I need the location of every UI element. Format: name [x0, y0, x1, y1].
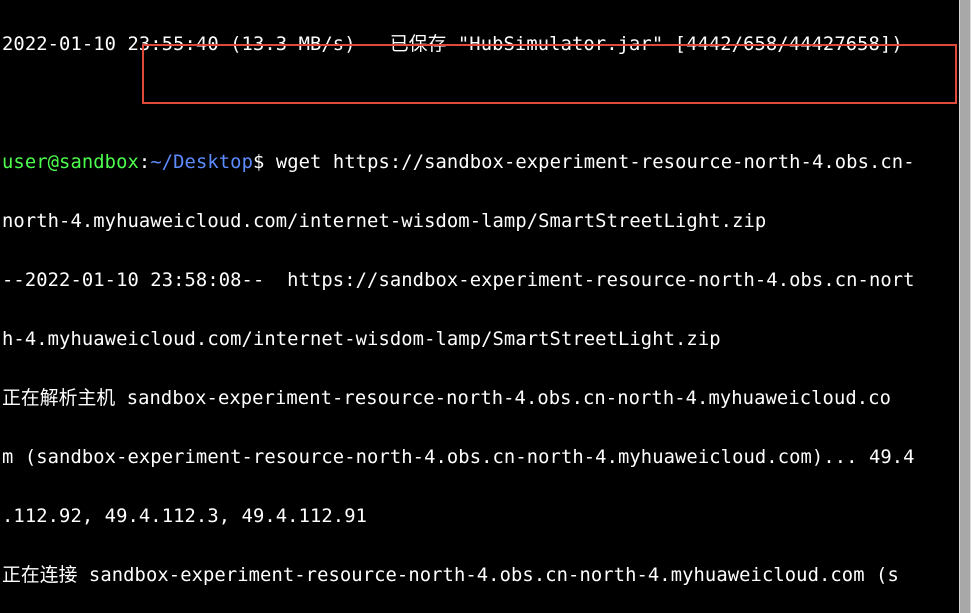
- output-line: .112.92, 49.4.112.3, 49.4.112.91: [2, 502, 957, 532]
- output-line: 正在解析主机 sandbox-experiment-resource-north…: [2, 384, 957, 414]
- output-line: 2022-01-10 23:55:40 (13.3 MB/s) - 已保存 "H…: [2, 30, 957, 60]
- command-text-wrap: north-4.myhuaweicloud.com/internet-wisdo…: [2, 207, 957, 237]
- prompt-user: user@sandbox: [2, 152, 139, 173]
- scrollbar-thumb[interactable]: [960, 0, 970, 613]
- prompt-path: ~/Desktop: [150, 152, 253, 173]
- prompt-dollar: $: [253, 152, 276, 173]
- command-text: wget https://sandbox-experiment-resource…: [276, 152, 915, 173]
- terminal-output[interactable]: 2022-01-10 23:55:40 (13.3 MB/s) - 已保存 "H…: [0, 0, 959, 613]
- output-line: 正在连接 sandbox-experiment-resource-north-4…: [2, 561, 957, 591]
- prompt-colon: :: [139, 152, 150, 173]
- blank-line: [2, 89, 957, 119]
- output-line: h-4.myhuaweicloud.com/internet-wisdom-la…: [2, 325, 957, 355]
- output-line: m (sandbox-experiment-resource-north-4.o…: [2, 443, 957, 473]
- output-line: --2022-01-10 23:58:08-- https://sandbox-…: [2, 266, 957, 296]
- prompt-line: user@sandbox:~/Desktop$ wget https://san…: [2, 148, 957, 178]
- scrollbar-vertical[interactable]: [959, 0, 971, 613]
